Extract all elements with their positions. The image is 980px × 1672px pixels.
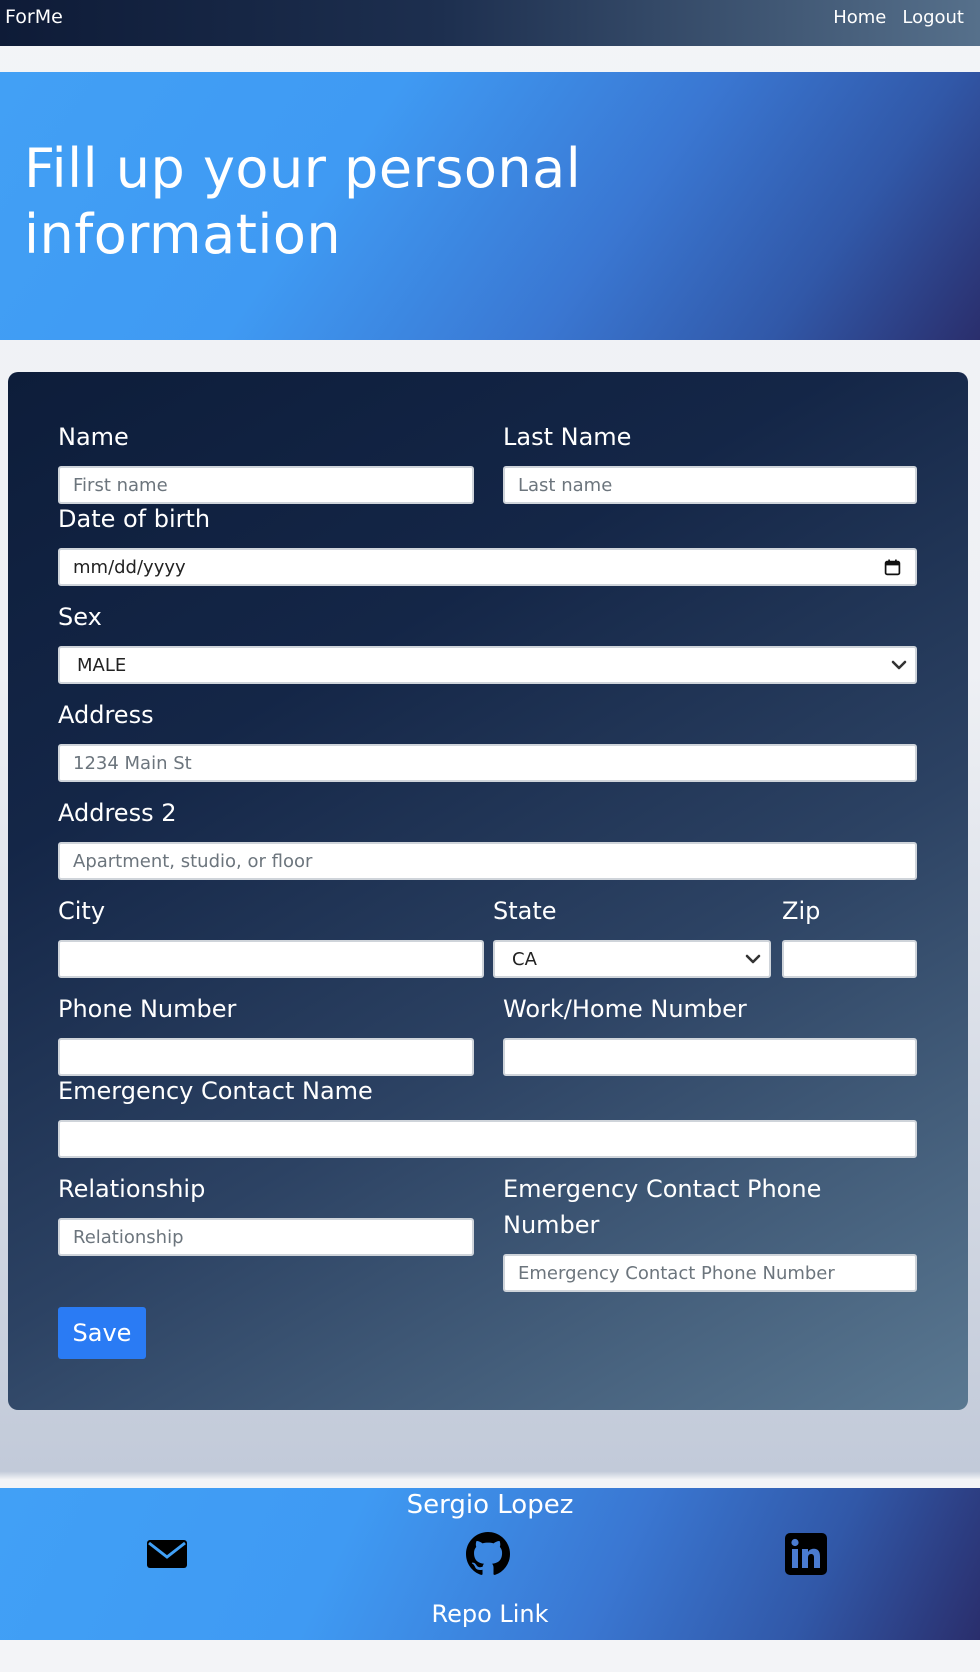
zip-label: Zip	[782, 897, 821, 925]
last-name-label: Last Name	[503, 423, 632, 451]
relationship-label: Relationship	[58, 1175, 206, 1203]
emergency-phone-placeholder: Emergency Contact Phone Number	[518, 1262, 835, 1284]
personal-info-form: Name First name Last Name Last name Date…	[8, 372, 968, 1410]
address-input[interactable]: 1234 Main St	[58, 744, 917, 782]
name-label: Name	[58, 423, 129, 451]
chevron-down-icon	[745, 954, 761, 964]
dob-label: Date of birth	[58, 505, 211, 533]
phone-input[interactable]	[58, 1038, 474, 1076]
linkedin-icon[interactable]	[784, 1532, 828, 1576]
address2-input[interactable]: Apartment, studio, or floor	[58, 842, 917, 880]
emergency-phone-label-line2: Number	[503, 1211, 600, 1239]
last-name-placeholder: Last name	[518, 474, 613, 496]
phone-label: Phone Number	[58, 995, 237, 1023]
first-name-input[interactable]: First name	[58, 466, 474, 504]
sex-label: Sex	[58, 603, 102, 631]
nav-logout-link[interactable]: Logout	[902, 7, 964, 28]
emergency-name-input[interactable]	[58, 1120, 917, 1158]
last-name-input[interactable]: Last name	[503, 466, 917, 504]
save-button[interactable]: Save	[58, 1307, 146, 1359]
relationship-input[interactable]: Relationship	[58, 1218, 474, 1256]
chevron-down-icon	[891, 660, 907, 670]
nav-home-link[interactable]: Home	[833, 7, 886, 28]
page-title: Fill up your personal information	[24, 137, 582, 266]
footer: Sergio Lopez Repo Link	[0, 1488, 980, 1640]
state-selected-value: CA	[512, 948, 537, 970]
emergency-phone-label-line1: Emergency Contact Phone	[503, 1175, 822, 1203]
emergency-name-label: Emergency Contact Name	[58, 1077, 373, 1105]
city-label: City	[58, 897, 106, 925]
address2-label: Address 2	[58, 799, 177, 827]
sex-select[interactable]: MALE	[58, 646, 917, 684]
zip-input[interactable]	[782, 940, 917, 978]
state-select[interactable]: CA	[493, 940, 771, 978]
calendar-icon[interactable]	[884, 559, 901, 576]
work-number-input[interactable]	[503, 1038, 917, 1076]
dob-input[interactable]: mm/dd/yyyy	[58, 548, 917, 586]
repo-link[interactable]: Repo Link	[0, 1600, 980, 1628]
mail-icon[interactable]	[145, 1532, 189, 1576]
city-input[interactable]	[58, 940, 484, 978]
first-name-placeholder: First name	[73, 474, 168, 496]
work-number-label: Work/Home Number	[503, 995, 747, 1023]
sex-selected-value: MALE	[77, 654, 127, 676]
relationship-placeholder: Relationship	[73, 1226, 184, 1248]
hero-banner: Fill up your personal information	[0, 72, 980, 340]
address2-placeholder: Apartment, studio, or floor	[73, 850, 313, 872]
nav-links: Home Logout	[833, 7, 964, 28]
github-icon[interactable]	[466, 1532, 510, 1576]
dob-placeholder: mm/dd/yyyy	[73, 556, 186, 578]
brand-logo[interactable]: ForMe	[5, 6, 63, 28]
emergency-phone-input[interactable]: Emergency Contact Phone Number	[503, 1254, 917, 1292]
state-label: State	[493, 897, 557, 925]
navbar: ForMe Home Logout	[0, 0, 980, 46]
address-placeholder: 1234 Main St	[73, 752, 192, 774]
address-label: Address	[58, 701, 154, 729]
author-name: Sergio Lopez	[406, 1490, 574, 1520]
